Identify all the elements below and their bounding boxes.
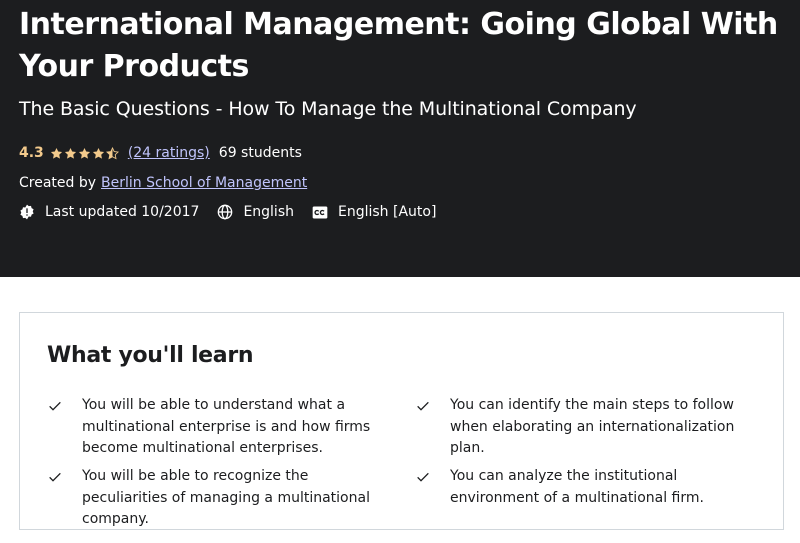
list-item: You can analyze the institutional enviro… <box>415 466 760 509</box>
language: English <box>217 204 294 220</box>
check-icon <box>49 472 61 482</box>
created-by-row: Created by Berlin School of Management <box>19 172 307 194</box>
check-icon <box>49 401 61 411</box>
star-icon <box>64 147 76 159</box>
last-updated: Last updated 10/2017 <box>19 204 199 220</box>
captions: English [Auto] <box>312 204 436 220</box>
list-item-text: You will be able to understand what a mu… <box>82 397 371 456</box>
list-item: You will be able to recognize the peculi… <box>47 466 392 531</box>
check-icon <box>417 472 429 482</box>
star-icon <box>78 147 90 159</box>
last-updated-text: Last updated 10/2017 <box>45 204 200 220</box>
globe-icon <box>217 204 233 220</box>
instructor-link[interactable]: Berlin School of Management <box>101 175 307 191</box>
half-star-icon <box>105 146 119 159</box>
students-count: 69 students <box>218 145 302 161</box>
course-header: International Management: Going Global W… <box>0 0 800 277</box>
created-by-label: Created by <box>19 175 97 191</box>
list-item: You can identify the main steps to follo… <box>415 395 760 460</box>
captions-text: English [Auto] <box>338 204 437 220</box>
course-subtitle: The Basic Questions - How To Manage the … <box>19 98 637 120</box>
ratings-count-link[interactable]: (24 ratings) <box>128 145 210 161</box>
check-icon <box>417 401 429 411</box>
list-item: You will be able to understand what a mu… <box>47 395 392 460</box>
rating-value: 4.3 <box>19 145 44 161</box>
course-title: International Management: Going Global W… <box>19 7 778 84</box>
star-icon <box>50 147 62 159</box>
list-item-text: You can analyze the institutional enviro… <box>450 468 704 506</box>
course-meta: Last updated 10/2017 English English [Au… <box>19 201 454 223</box>
list-item-text: You can identify the main steps to follo… <box>450 397 735 456</box>
closed-captions-icon <box>312 204 328 220</box>
star-icon <box>92 147 104 159</box>
what-youll-learn-section: What you'll learn You will be able to un… <box>19 312 784 530</box>
rating-row: 4.3 (24 ratings) 69 students <box>19 142 302 164</box>
section-heading: What you'll learn <box>47 343 254 368</box>
list-item-text: You will be able to recognize the peculi… <box>82 468 370 527</box>
language-text: English <box>243 204 294 220</box>
star-rating <box>50 146 120 160</box>
alert-badge-icon <box>19 204 35 220</box>
